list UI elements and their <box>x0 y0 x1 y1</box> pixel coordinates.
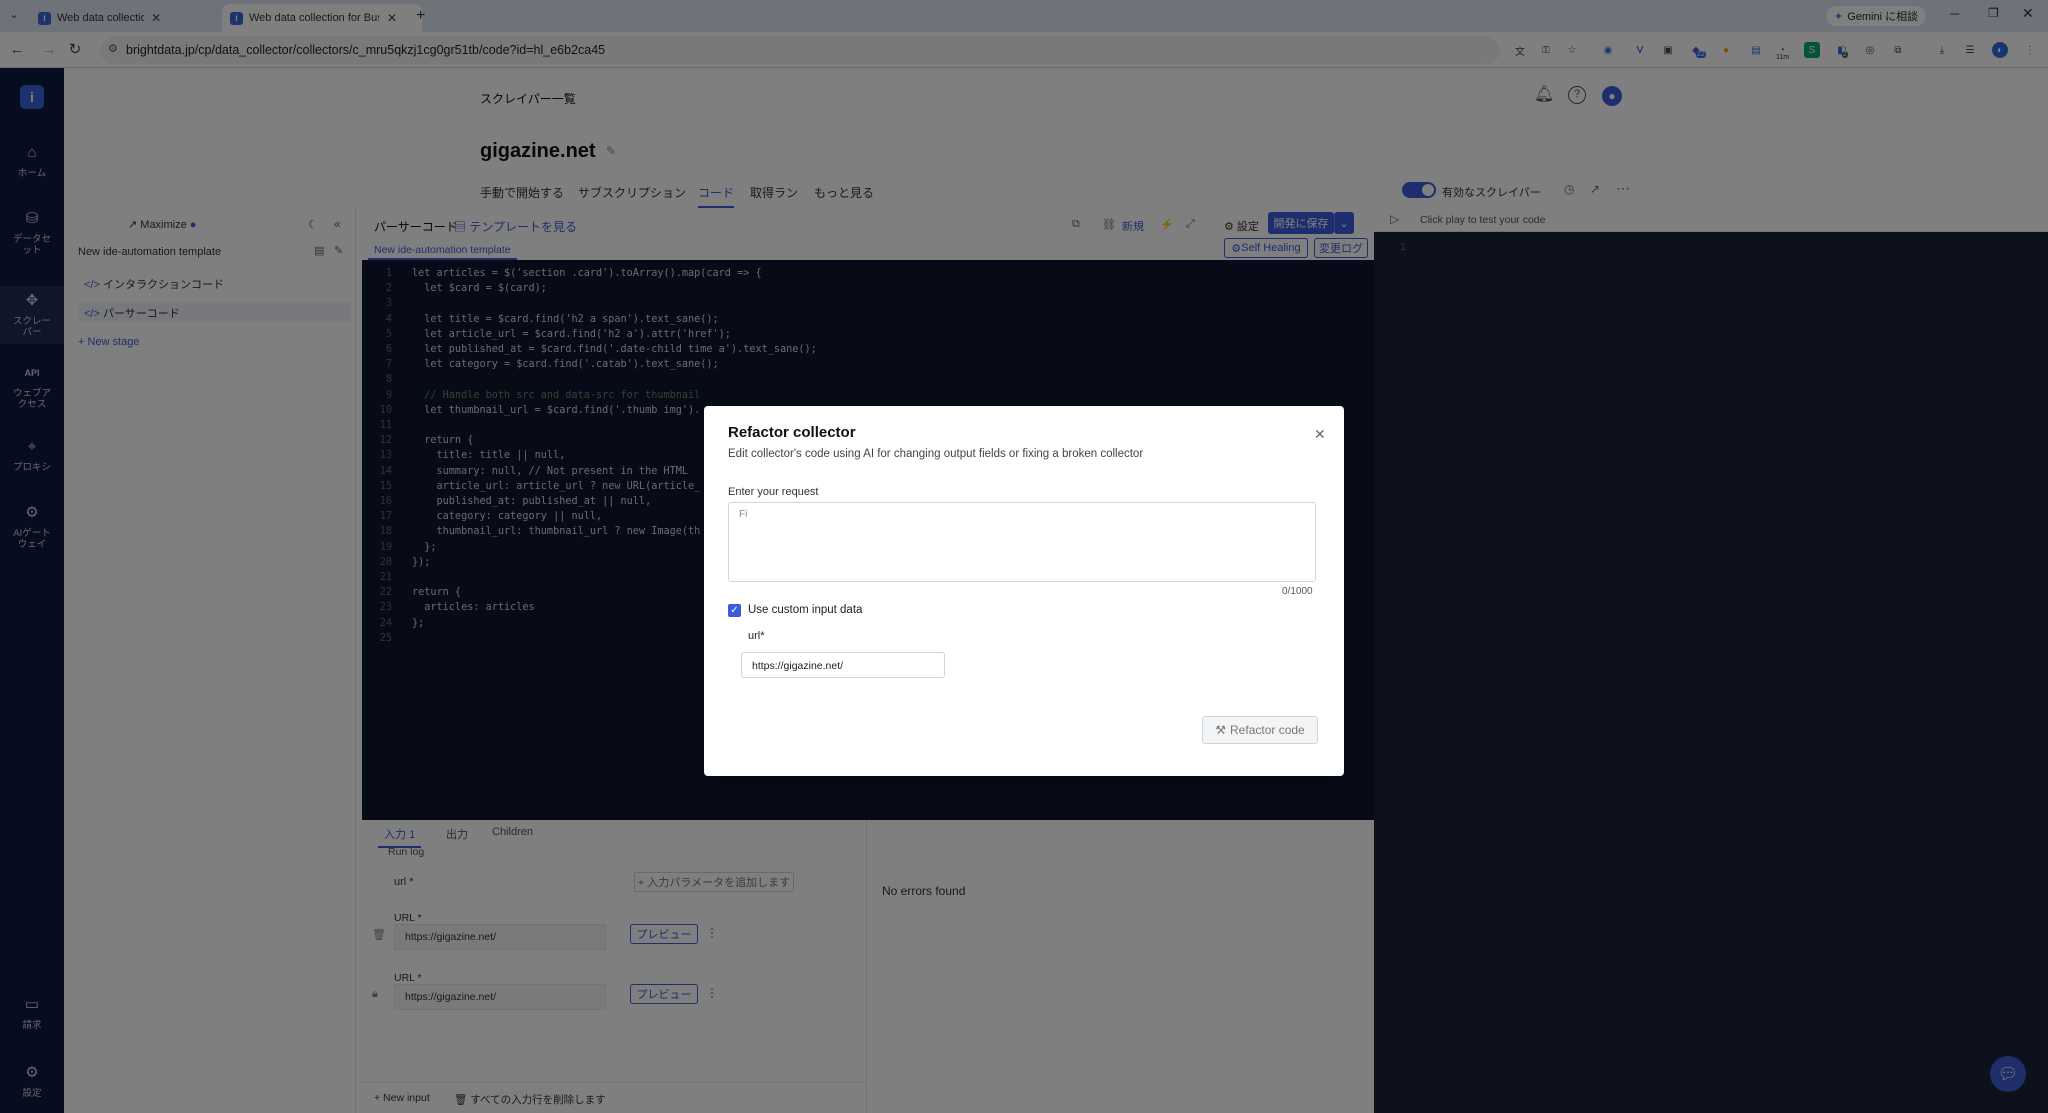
magic-wand-icon: ⚒ <box>1215 723 1227 737</box>
refactor-collector-modal: Refactor collector ✕ Edit collector's co… <box>704 406 1344 776</box>
url-field-label: url* <box>748 630 765 642</box>
refactor-code-button[interactable]: ⚒ Refactor code <box>1202 716 1318 744</box>
checkbox-label: Use custom input data <box>748 604 863 616</box>
url-field[interactable]: https://gigazine.net/ <box>741 652 945 678</box>
request-textarea[interactable]: Fi <box>728 502 1316 582</box>
close-icon[interactable]: ✕ <box>1314 426 1326 443</box>
modal-title: Refactor collector <box>728 424 856 441</box>
char-counter: 0/1000 <box>1282 586 1313 597</box>
request-label: Enter your request <box>728 486 819 498</box>
button-label: Refactor code <box>1230 723 1305 737</box>
modal-subtitle: Edit collector's code using AI for chang… <box>728 448 1144 460</box>
custom-input-checkbox[interactable]: ✓ <box>728 604 741 617</box>
